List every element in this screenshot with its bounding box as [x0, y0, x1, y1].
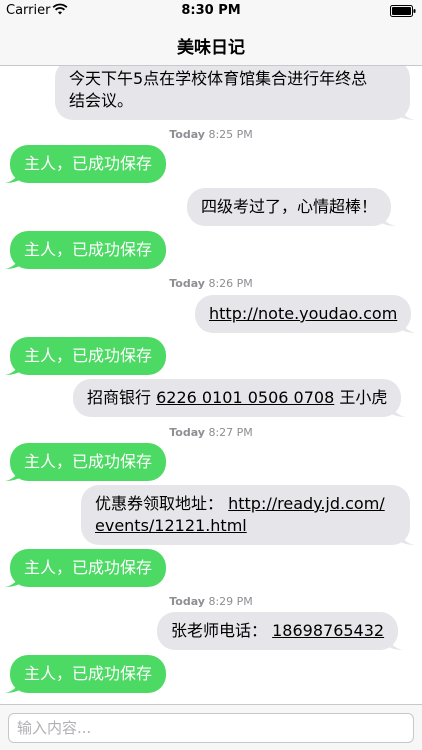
message-text: 主人，已成功保存	[24, 452, 153, 471]
message-input[interactable]	[8, 713, 414, 743]
message-bubble-incoming[interactable]: 张老师电话： 18698765432	[157, 612, 404, 650]
message-bubble-incoming[interactable]: 招商银行 6226 0101 0506 0708 王小虎	[73, 379, 407, 417]
timestamp: Today 8:27 PM	[169, 426, 253, 439]
message-text: 今天下午5点在学校体育馆集合进行年终总	[69, 69, 368, 88]
bubble-tail-icon	[387, 634, 404, 650]
timestamp: Today 8:29 PM	[169, 595, 253, 608]
message-bubble-outgoing[interactable]: 主人，已成功保存	[5, 145, 167, 183]
message-text: 优惠券领取地址：	[95, 494, 224, 513]
bubble-tail-icon	[399, 529, 415, 545]
bubble-tail-icon	[5, 677, 21, 693]
bubble-tail-icon	[390, 401, 407, 417]
message-bubble-outgoing[interactable]: 主人，已成功保存	[5, 231, 167, 269]
card-number-link[interactable]: 6226 0101 0506 0708	[156, 388, 334, 407]
message-bubble-outgoing[interactable]: 主人，已成功保存	[5, 655, 167, 693]
bubble-tail-icon	[5, 253, 21, 269]
message-bubble-incoming[interactable]: 今天下午5点在学校体育馆集合进行年终总 结会议。	[55, 66, 415, 120]
message-text: 主人，已成功保存	[24, 154, 153, 173]
chat-list[interactable]: 今天下午5点在学校体育馆集合进行年终总 结会议。 Today 8:25 PM 主…	[0, 66, 422, 704]
bubble-tail-icon	[400, 317, 417, 333]
bubble-tail-icon	[5, 167, 21, 183]
battery-icon	[390, 5, 416, 17]
timestamp: Today 8:26 PM	[169, 277, 253, 290]
message-link[interactable]: http://ready.jd.com/	[228, 494, 385, 513]
message-link[interactable]: http://note.youdao.com	[209, 304, 397, 323]
message-text: 主人，已成功保存	[24, 558, 153, 577]
bubble-tail-icon	[5, 465, 21, 481]
message-bubble-outgoing[interactable]: 主人，已成功保存	[5, 337, 167, 375]
message-text: 张老师电话：	[171, 621, 268, 640]
message-bubble-incoming[interactable]: http://note.youdao.com	[195, 295, 417, 333]
navigation-bar: 美味日记	[0, 22, 422, 66]
message-text: 王小虎	[339, 388, 388, 407]
message-bubble-incoming[interactable]: 优惠券领取地址： http://ready.jd.com/ events/121…	[81, 485, 415, 545]
message-text: 主人，已成功保存	[24, 240, 153, 259]
message-text: 招商银行	[87, 388, 152, 407]
status-bar: Carrier 8:30 PM	[0, 0, 422, 22]
timestamp: Today 8:25 PM	[169, 128, 253, 141]
message-bubble-outgoing[interactable]: 主人，已成功保存	[5, 549, 167, 587]
message-bubble-incoming[interactable]: 四级考过了，心情超棒！	[187, 188, 397, 226]
message-link[interactable]: events/12121.html	[95, 515, 396, 537]
bubble-tail-icon	[5, 359, 21, 375]
message-text: 主人，已成功保存	[24, 346, 153, 365]
phone-number-link[interactable]: 18698765432	[272, 621, 384, 640]
message-text: 主人，已成功保存	[24, 664, 153, 683]
bubble-tail-icon	[399, 104, 415, 120]
page-title: 美味日记	[177, 38, 245, 58]
status-time: 8:30 PM	[181, 3, 241, 18]
bubble-tail-icon	[380, 210, 397, 226]
message-text: 结会议。	[69, 91, 134, 110]
bubble-tail-icon	[5, 571, 21, 587]
message-text: 四级考过了，心情超棒！	[201, 197, 378, 216]
message-bubble-outgoing[interactable]: 主人，已成功保存	[5, 443, 167, 481]
input-bar	[0, 704, 422, 750]
